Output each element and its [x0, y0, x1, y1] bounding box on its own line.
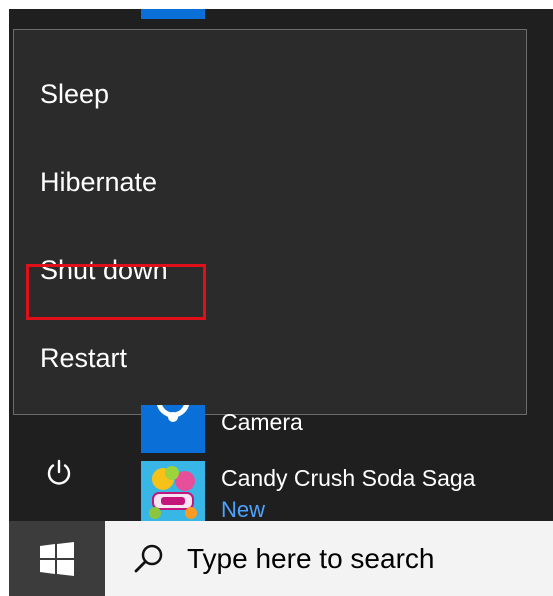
start-menu-panel: Sleep Hibernate Shut down Restart Camera… — [9, 9, 553, 525]
taskbar: Type here to search — [9, 521, 553, 596]
menu-item-shut-down[interactable]: Shut down — [14, 226, 526, 314]
partial-app-tile — [141, 9, 205, 19]
search-placeholder-text: Type here to search — [187, 542, 435, 574]
search-icon — [129, 539, 169, 579]
menu-item-restart[interactable]: Restart — [14, 314, 526, 402]
power-icon — [47, 459, 71, 485]
candy-crush-app-label[interactable]: Candy Crush Soda Saga — [221, 465, 475, 492]
menu-item-label: Hibernate — [40, 166, 158, 197]
menu-item-sleep[interactable]: Sleep — [14, 50, 526, 138]
start-button[interactable] — [9, 521, 105, 596]
new-badge: New — [221, 497, 266, 522]
power-options-menu: Sleep Hibernate Shut down Restart — [13, 29, 527, 415]
menu-item-hibernate[interactable]: Hibernate — [14, 138, 526, 226]
screenshot-frame: Sleep Hibernate Shut down Restart Camera… — [9, 9, 553, 596]
camera-app-label[interactable]: Camera — [221, 409, 303, 436]
camera-icon — [157, 405, 189, 422]
power-button[interactable] — [33, 447, 85, 499]
candy-crush-icon — [141, 461, 205, 525]
candy-crush-app-tile[interactable] — [141, 461, 205, 525]
menu-item-label: Restart — [40, 342, 128, 373]
search-box[interactable]: Type here to search — [105, 521, 553, 596]
camera-app-tile[interactable] — [141, 405, 205, 453]
windows-logo-icon — [40, 541, 74, 576]
menu-item-label: Sleep — [40, 78, 110, 109]
menu-item-label: Shut down — [40, 254, 168, 285]
